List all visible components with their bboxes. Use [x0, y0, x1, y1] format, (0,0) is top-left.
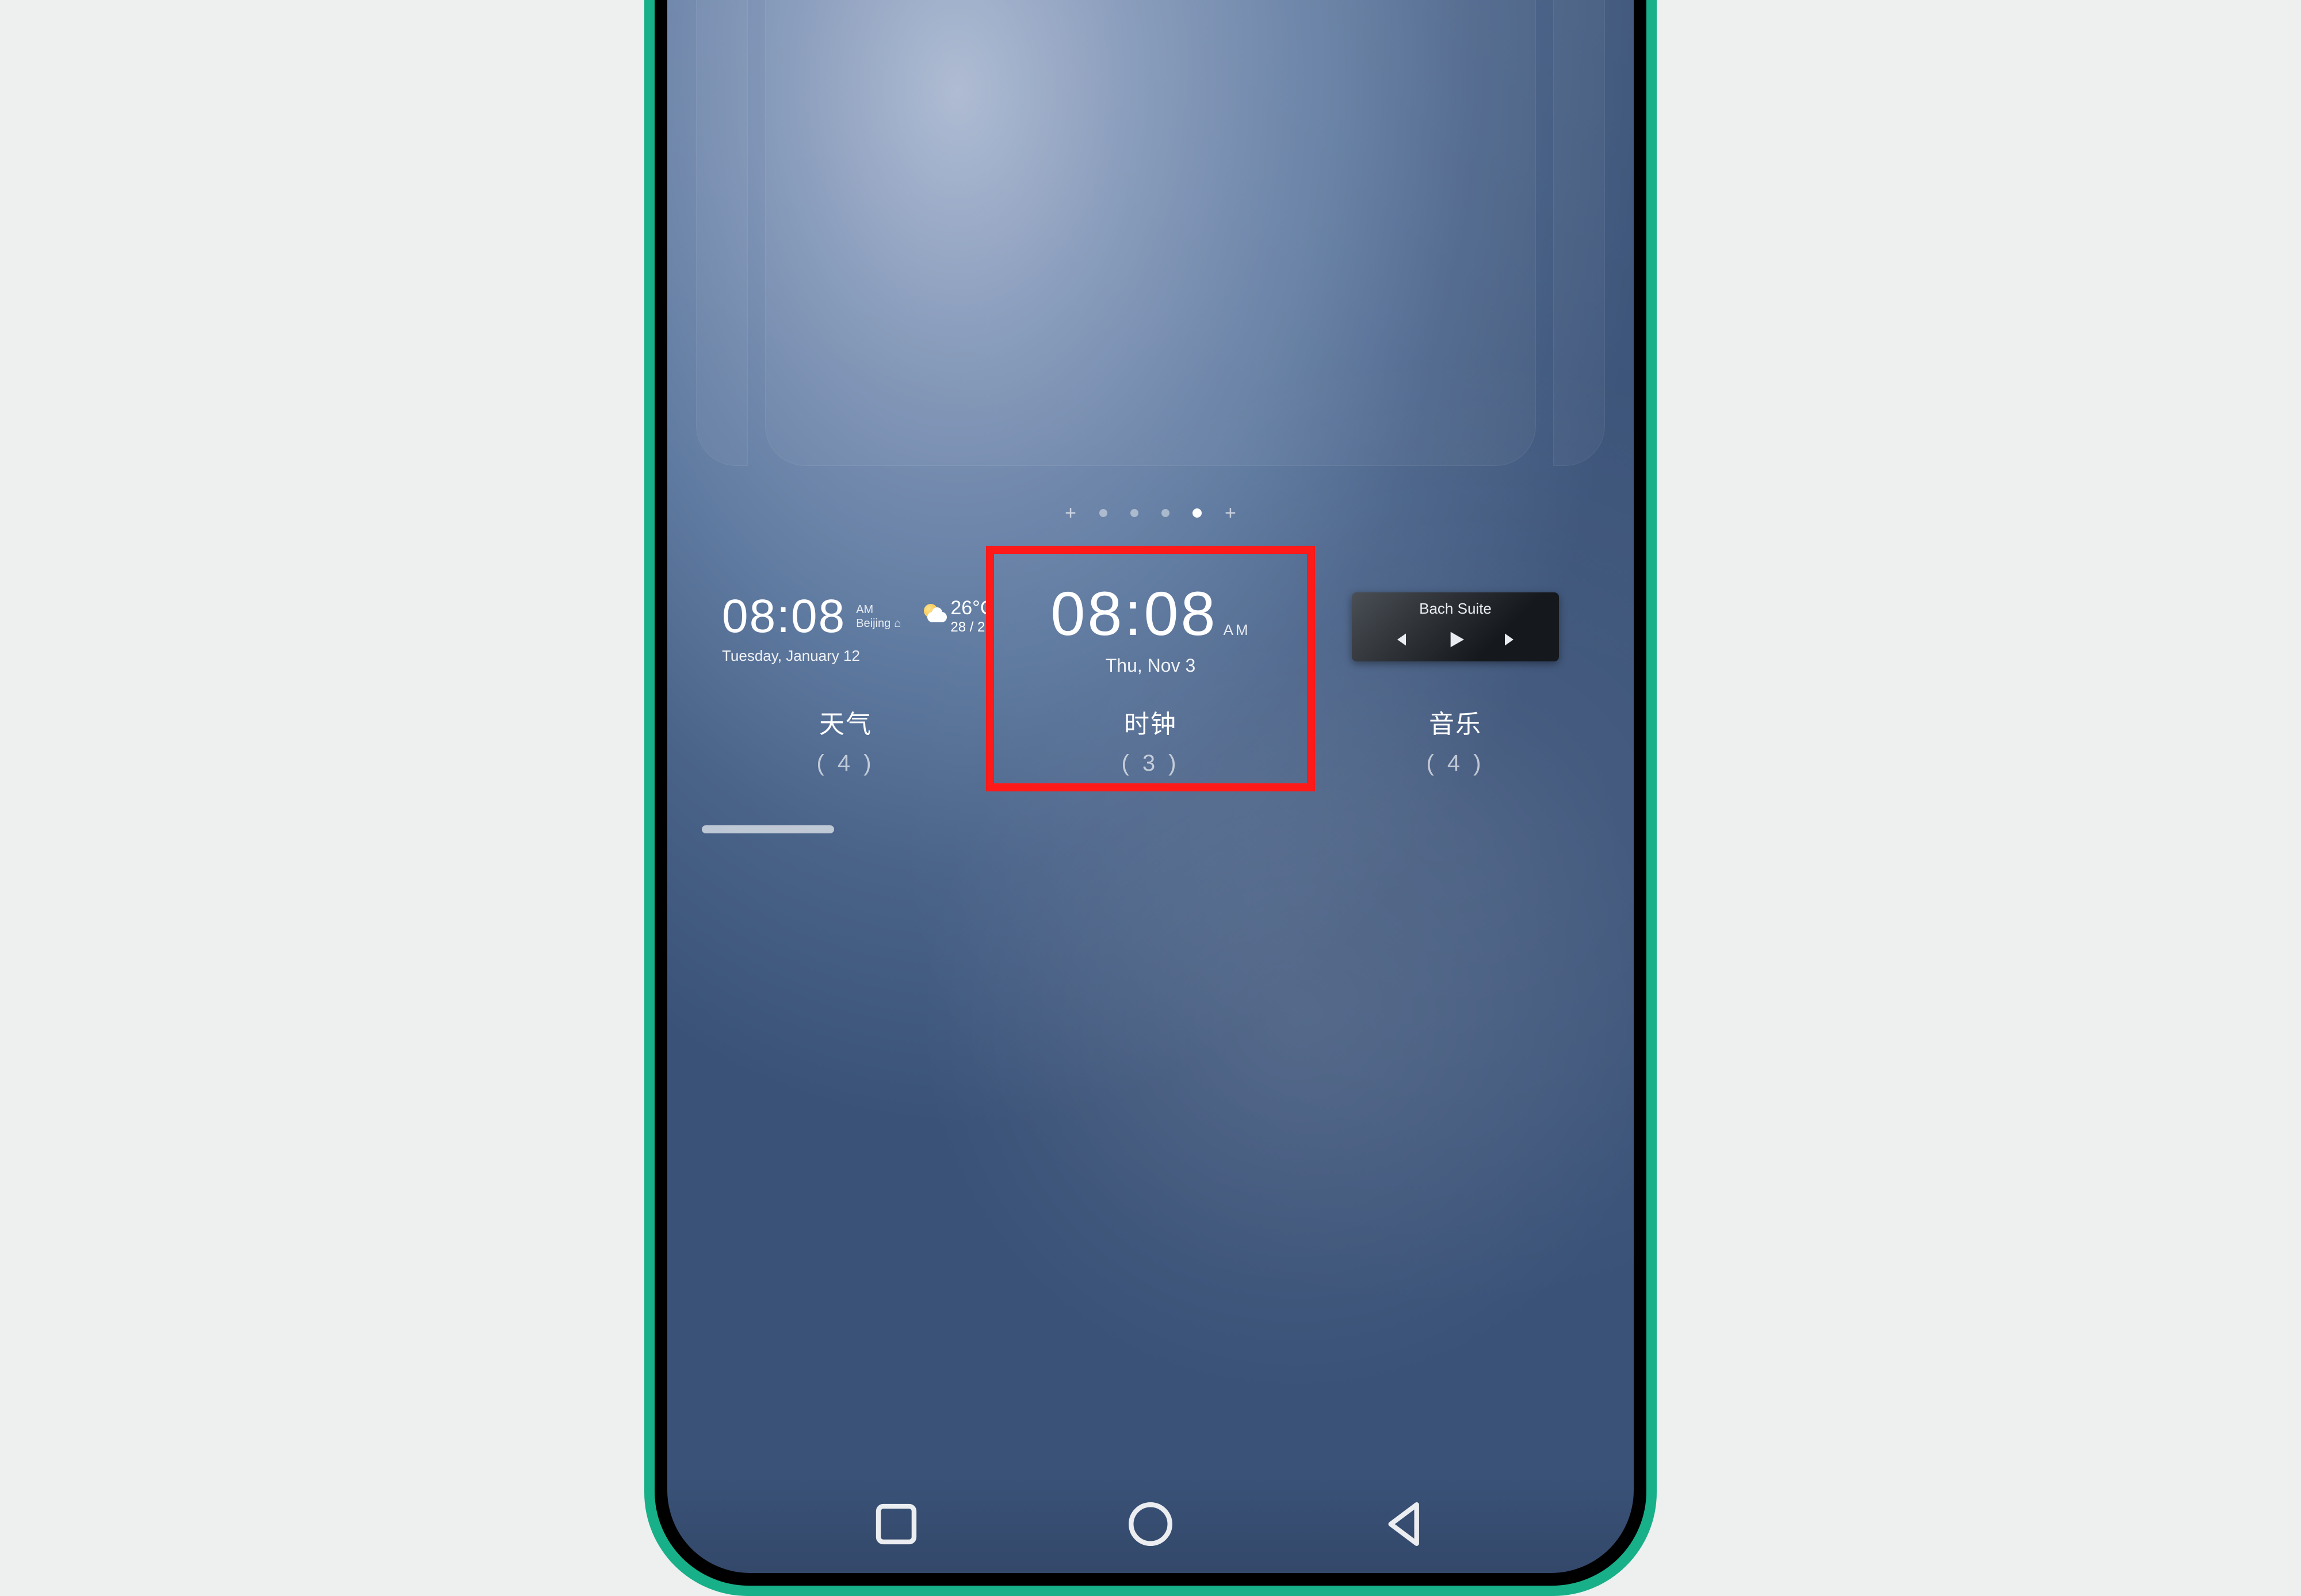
next-track-icon[interactable] [1501, 629, 1522, 653]
add-page-icon[interactable]: + [1065, 503, 1076, 523]
weather-temp: 26°C [950, 597, 994, 619]
page-dot[interactable] [1130, 509, 1138, 517]
home-preview-neighbor-right[interactable] [1553, 0, 1605, 466]
widget-label-weather: 天气 [819, 703, 872, 740]
weather-date: Tuesday, January 12 [722, 647, 860, 665]
clock-date: Thu, Nov 3 [1106, 655, 1196, 676]
weather-widget-preview: 08:08 AM Beijing ⌂ [696, 561, 995, 693]
page-dot[interactable] [1192, 508, 1202, 518]
music-track-title: Bach Suite [1419, 600, 1492, 618]
widget-item-music[interactable]: Bach Suite [1306, 561, 1605, 776]
home-preview-neighbor-left[interactable] [696, 0, 748, 466]
widget-label-music: 音乐 [1429, 703, 1482, 740]
widget-count-clock: ( 3 ) [1121, 751, 1179, 776]
nav-home-button[interactable] [1125, 1498, 1176, 1550]
play-icon[interactable] [1444, 628, 1467, 654]
home-icon: ⌂ [894, 617, 901, 630]
weather-time: 08:08 [722, 590, 846, 644]
clock-widget-preview: 08:08 AM Thu, Nov 3 [1001, 561, 1300, 693]
phone-frame: + 31十九1二十2廿一3立春4北方…5廿四6廿五 ++ [644, 0, 1657, 1596]
page-dot[interactable] [1099, 509, 1107, 517]
nav-recent-button[interactable] [870, 1498, 922, 1550]
clock-ampm: AM [1224, 621, 1251, 639]
page-indicator: ++ [667, 503, 1634, 523]
music-widget-preview: Bach Suite [1306, 561, 1605, 693]
system-nav-bar [667, 1475, 1634, 1573]
widget-item-weather[interactable]: 08:08 AM Beijing ⌂ [696, 561, 995, 776]
page-dot[interactable] [1161, 509, 1169, 517]
clock-time: 08:08 [1050, 577, 1217, 649]
widget-picker-scroll-thumb[interactable] [702, 825, 834, 833]
widget-item-clock[interactable]: 08:08 AM Thu, Nov 3 时钟 ( 3 ) [1001, 561, 1300, 776]
add-page-icon[interactable]: + [1225, 503, 1236, 523]
weather-ampm: AM [856, 603, 901, 617]
nav-back-button[interactable] [1379, 1498, 1431, 1550]
weather-temp-range: 28 / 21 [950, 619, 994, 636]
widget-picker-row: 08:08 AM Beijing ⌂ [667, 561, 1634, 776]
weather-condition-icon: 26°C 28 / 21 [917, 597, 994, 636]
widget-label-clock: 时钟 [1124, 703, 1177, 740]
phone-bezel: + 31十九1二十2廿一3立春4北方…5廿四6廿五 ++ [655, 0, 1646, 1586]
home-screen-preview[interactable]: + 31十九1二十2廿一3立春4北方…5廿四6廿五 [765, 0, 1536, 466]
widget-count-music: ( 4 ) [1426, 751, 1484, 776]
weather-city: Beijing [856, 617, 890, 630]
phone-screen: + 31十九1二十2廿一3立春4北方…5廿四6廿五 ++ [667, 0, 1634, 1573]
previous-track-icon[interactable] [1389, 629, 1409, 653]
widget-count-weather: ( 4 ) [816, 751, 874, 776]
